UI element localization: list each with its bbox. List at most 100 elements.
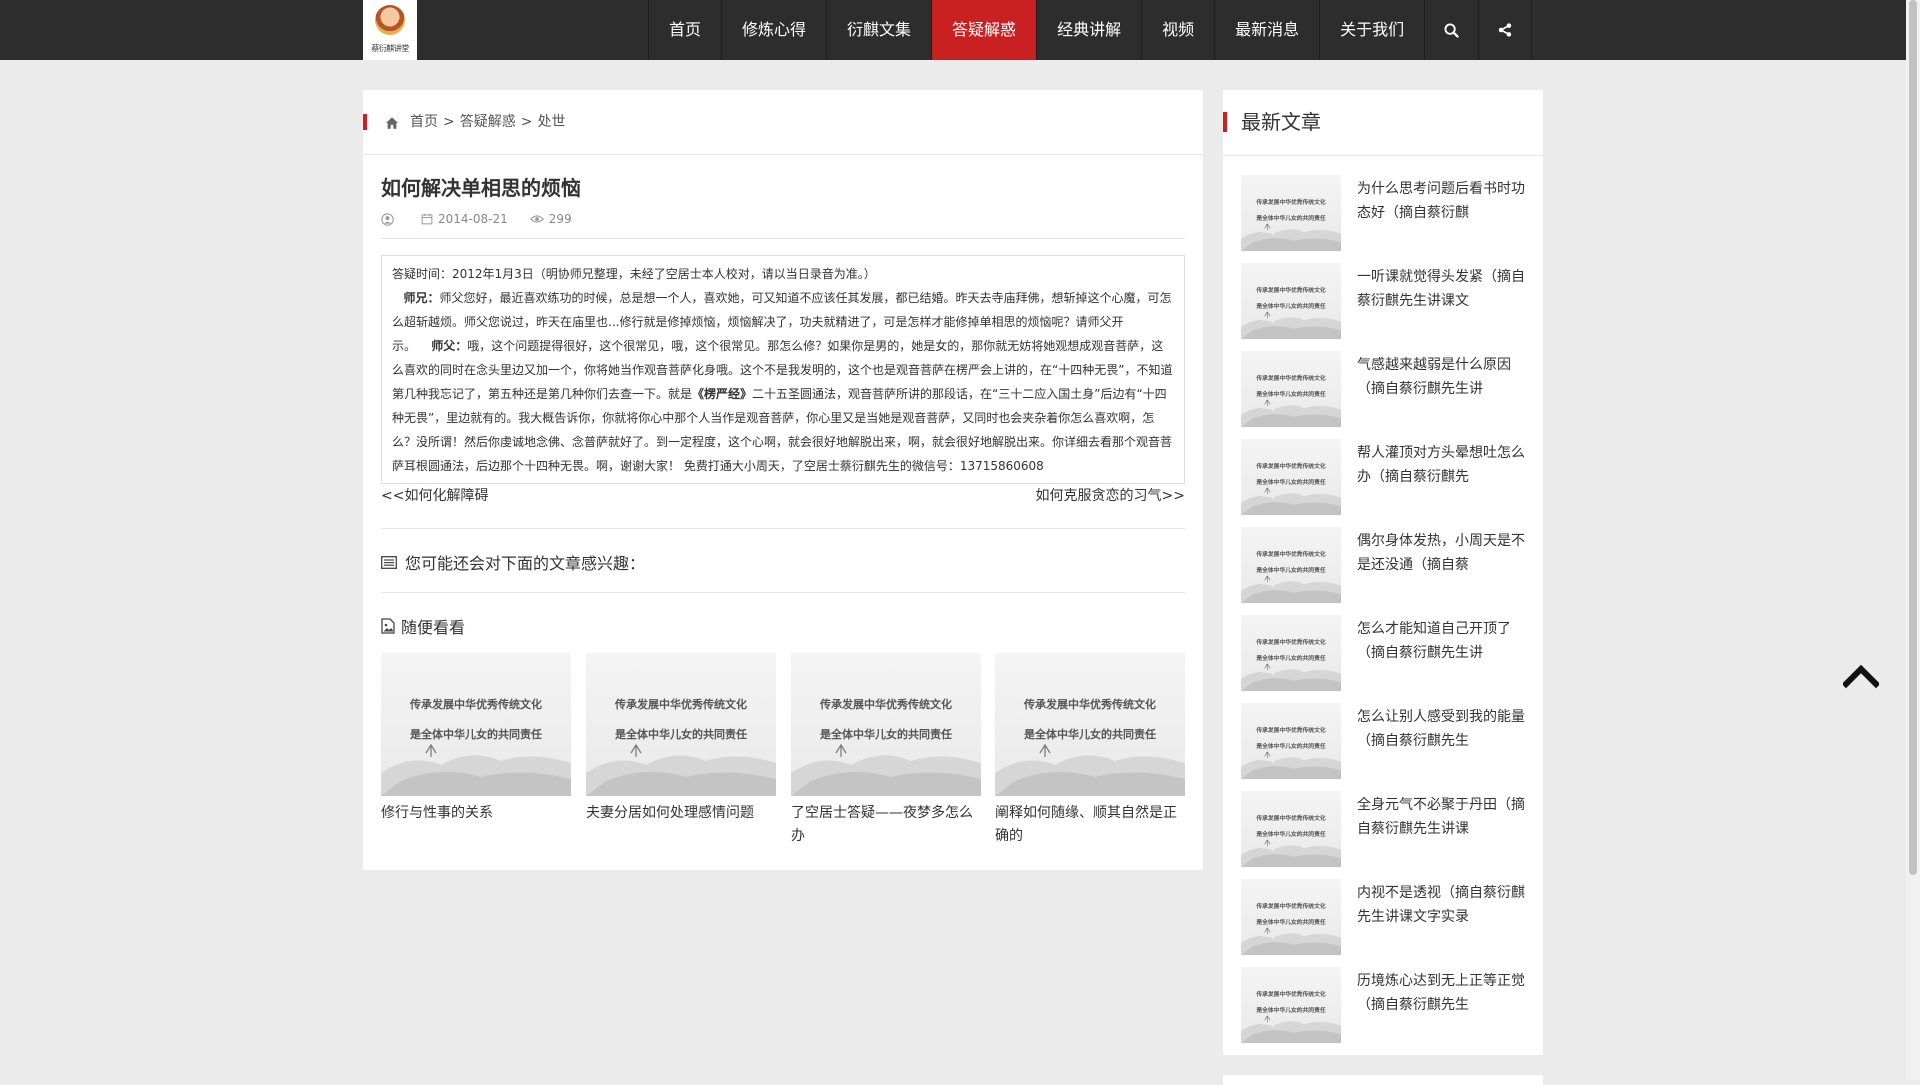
svg-text:传承发展中华优秀传统文化: 传承发展中华优秀传统文化 [614, 697, 747, 711]
article-views: 299 [548, 212, 572, 226]
breadcrumb-separator: > [443, 114, 455, 130]
sidebar-article-title[interactable]: 历境炼心达到无上正等正觉（摘自蔡衍麒先生 [1357, 969, 1531, 1017]
thumbnail-artwork: 传承发展中华优秀传统文化是全体中华儿女的共同责任 [791, 697, 981, 796]
next-article-link[interactable]: 如何克服贪恋的习气>> [1036, 485, 1185, 505]
breadcrumb-subcategory-link[interactable]: 处世 [537, 90, 565, 155]
chevron-up-icon [1841, 664, 1881, 689]
list-icon [381, 555, 397, 569]
prev-article-link[interactable]: <<如何化解障碍 [381, 485, 488, 505]
breadcrumb-category-link[interactable]: 答疑解惑 [460, 90, 516, 155]
top-nav-bar: 蔡衍麒讲堂 首页 修炼心得 衍麒文集 答疑解惑 经典讲解 视频 最新消息 关于我… [0, 0, 1906, 60]
thumbnail-artwork: 传承发展中华优秀传统文化是全体中华儿女的共同责任 [1241, 990, 1341, 1043]
svg-text:是全体中华儿女的共同责任: 是全体中华儿女的共同责任 [1023, 727, 1156, 741]
random-articles-grid: 传承发展中华优秀传统文化 是全体中华儿女的共同责任 修行与性事的关系 传承发展中华… [381, 653, 1185, 863]
nav-item-classics[interactable]: 经典讲解 [1036, 0, 1141, 60]
scrollbar-thumb[interactable] [1909, 0, 1917, 875]
random-article-title[interactable]: 阐释如何随缘、顺其自然是正确的 [995, 802, 1185, 848]
sidebar-article-title[interactable]: 全身元气不必聚于丹田（摘自蔡衍麒先生讲课 [1357, 793, 1531, 841]
article-thumbnail: 传承发展中华优秀传统文化 是全体中华儿女的共同责任 [381, 653, 571, 796]
svg-text:传承发展中华优秀传统文化: 传承发展中华优秀传统文化 [1023, 697, 1156, 711]
article-thumbnail: 传承发展中华优秀传统文化 是全体中华儿女的共同责任 [1241, 967, 1341, 1043]
article-qa-text: 师兄：师父您好，最近喜欢练功的时候，总是想一个人，喜欢她，可又知道不应该任其发展… [392, 286, 1174, 478]
search-button[interactable] [1424, 0, 1478, 60]
random-article-card[interactable]: 传承发展中华优秀传统文化 是全体中华儿女的共同责任 修行与性事的关系 [381, 653, 571, 825]
thumbnail-artwork: 传承发展中华优秀传统文化是全体中华儿女的共同责任 [1241, 462, 1341, 515]
thumbnail-artwork: 传承发展中华优秀传统文化是全体中华儿女的共同责任 [586, 697, 776, 796]
sidebar-article-title[interactable]: 气感越来越弱是什么原因（摘自蔡衍麒先生讲 [1357, 353, 1531, 401]
random-article-title[interactable]: 夫妻分居如何处理感情问题 [586, 802, 776, 825]
sidebar-article-title[interactable]: 怎么让别人感受到我的能量（摘自蔡衍麒先生 [1357, 705, 1531, 753]
sidebar-article-title[interactable]: 为什么思考问题后看书时功态好（摘自蔡衍麒 [1357, 177, 1531, 225]
sidebar-article-title[interactable]: 一听课就觉得头发紧（摘自蔡衍麒先生讲课文 [1357, 265, 1531, 313]
sidebar-article-item[interactable]: 传承发展中华优秀传统文化 是全体中华儿女的共同责任 全身元气不必聚于丹田（摘自蔡衍… [1241, 791, 1531, 867]
nav-item-qa[interactable]: 答疑解惑 [931, 0, 1037, 60]
sidebar-article-item[interactable]: 传承发展中华优秀传统文化 是全体中华儿女的共同责任 历境炼心达到无上正等正觉（摘自… [1241, 967, 1531, 1043]
random-article-card[interactable]: 传承发展中华优秀传统文化 是全体中华儿女的共同责任 阐释如何随缘、顺其自然是正确的 [995, 653, 1185, 848]
svg-text:传承发展中华优秀传统文化: 传承发展中华优秀传统文化 [1255, 462, 1325, 470]
svg-text:是全体中华儿女的共同责任: 是全体中华儿女的共同责任 [1255, 830, 1325, 838]
author-icon [381, 212, 394, 226]
random-heading-text: 随便看看 [401, 618, 466, 637]
sidebar-article-item[interactable]: 传承发展中华优秀传统文化 是全体中华儿女的共同责任 怎么才能知道自己开顶了（摘自蔡… [1241, 615, 1531, 691]
main-content: 首页 > 答疑解惑 > 处世 如何解决单相思的烦恼 2014-08-21 299… [363, 90, 1203, 870]
article-thumbnail: 传承发展中华优秀传统文化 是全体中华儿女的共同责任 [586, 653, 776, 796]
logo-text: 蔡衍麒讲堂 [371, 44, 409, 53]
sidebar-article-item[interactable]: 传承发展中华优秀传统文化 是全体中华儿女的共同责任 气感越来越弱是什么原因（摘自蔡… [1241, 351, 1531, 427]
page-scrollbar[interactable] [1906, 0, 1920, 1080]
nav-item-video[interactable]: 视频 [1141, 0, 1214, 60]
article-meta: 2014-08-21 299 [381, 212, 594, 226]
speaker-label: 师兄： [403, 291, 440, 305]
sidebar-title: 最新文章 [1241, 110, 1321, 134]
calendar-icon [421, 213, 433, 225]
random-article-card[interactable]: 传承发展中华优秀传统文化 是全体中华儿女的共同责任 了空居士答疑——夜梦多怎么办 [791, 653, 981, 848]
nav-item-home[interactable]: 首页 [648, 0, 721, 60]
sidebar-article-item[interactable]: 传承发展中华优秀传统文化 是全体中华儿女的共同责任 偶尔身体发热，小周天是不是还没… [1241, 527, 1531, 603]
related-heading: 您可能还会对下面的文章感兴趣： [381, 550, 645, 574]
prev-next-nav: <<如何化解障碍 如何克服贪恋的习气>> [381, 485, 1185, 509]
sidebar-article-item[interactable]: 传承发展中华优秀传统文化 是全体中华儿女的共同责任 内视不是透视（摘自蔡衍麒先生讲… [1241, 879, 1531, 955]
svg-text:传承发展中华优秀传统文化: 传承发展中华优秀传统文化 [1255, 286, 1325, 294]
sidebar-article-item[interactable]: 传承发展中华优秀传统文化 是全体中华儿女的共同责任 一听课就觉得头发紧（摘自蔡衍麒… [1241, 263, 1531, 339]
svg-text:传承发展中华优秀传统文化: 传承发展中华优秀传统文化 [1255, 638, 1325, 646]
thumbnail-artwork: 传承发展中华优秀传统文化是全体中华儿女的共同责任 [1241, 814, 1341, 867]
sidebar-article-title[interactable]: 内视不是透视（摘自蔡衍麒先生讲课文字实录 [1357, 881, 1531, 929]
logo-portrait [375, 5, 405, 35]
sidebar-article-item[interactable]: 传承发展中华优秀传统文化 是全体中华儿女的共同责任 为什么思考问题后看书时功态好（… [1241, 175, 1531, 251]
nav-item-news[interactable]: 最新消息 [1214, 0, 1319, 60]
svg-text:是全体中华儿女的共同责任: 是全体中华儿女的共同责任 [1255, 742, 1325, 750]
svg-text:是全体中华儿女的共同责任: 是全体中华儿女的共同责任 [1255, 566, 1325, 574]
article-thumbnail: 传承发展中华优秀传统文化 是全体中华儿女的共同责任 [1241, 527, 1341, 603]
svg-text:是全体中华儿女的共同责任: 是全体中华儿女的共同责任 [1255, 214, 1325, 222]
article-body: 答疑时间：2012年1月3日（明协师兄整理，未经了空居士本人校对，请以当日录音为… [381, 255, 1185, 484]
sidebar-article-item[interactable]: 传承发展中华优秀传统文化 是全体中华儿女的共同责任 怎么让别人感受到我的能量（摘自… [1241, 703, 1531, 779]
nav-item-about[interactable]: 关于我们 [1319, 0, 1424, 60]
svg-text:传承发展中华优秀传统文化: 传承发展中华优秀传统文化 [1255, 726, 1325, 734]
article-thumbnail: 传承发展中华优秀传统文化 是全体中华儿女的共同责任 [1241, 263, 1341, 339]
share-button[interactable] [1478, 0, 1533, 60]
site-logo[interactable]: 蔡衍麒讲堂 [363, 0, 417, 60]
back-to-top-button[interactable] [1841, 660, 1881, 690]
random-article-card[interactable]: 传承发展中华优秀传统文化 是全体中华儿女的共同责任 夫妻分居如何处理感情问题 [586, 653, 776, 825]
sutra-name: 《楞严经》 [692, 387, 753, 401]
svg-text:传承发展中华优秀传统文化: 传承发展中华优秀传统文化 [1255, 814, 1325, 822]
eye-icon [529, 215, 544, 223]
svg-text:是全体中华儿女的共同责任: 是全体中华儿女的共同责任 [1255, 390, 1325, 398]
sidebar-next-widget [1223, 1075, 1543, 1085]
thumbnail-artwork: 传承发展中华优秀传统文化是全体中华儿女的共同责任 [995, 697, 1185, 796]
divider [381, 592, 1185, 593]
nav-item-practice-notes[interactable]: 修炼心得 [721, 0, 826, 60]
sidebar-article-title[interactable]: 帮人灌顶对方头晕想吐怎么办（摘自蔡衍麒先 [1357, 441, 1531, 489]
nav-item-collected-works[interactable]: 衍麒文集 [826, 0, 931, 60]
random-article-title[interactable]: 修行与性事的关系 [381, 802, 571, 825]
thumbnail-artwork: 传承发展中华优秀传统文化是全体中华儿女的共同责任 [1241, 198, 1341, 251]
sidebar-article-title[interactable]: 怎么才能知道自己开顶了（摘自蔡衍麒先生讲 [1357, 617, 1531, 665]
svg-text:传承发展中华优秀传统文化: 传承发展中华优秀传统文化 [1255, 198, 1325, 206]
sidebar-article-item[interactable]: 传承发展中华优秀传统文化 是全体中华儿女的共同责任 帮人灌顶对方头晕想吐怎么办（摘… [1241, 439, 1531, 515]
breadcrumb-home-link[interactable]: 首页 [410, 90, 438, 155]
article-thumbnail: 传承发展中华优秀传统文化 是全体中华儿女的共同责任 [1241, 351, 1341, 427]
home-icon [385, 116, 399, 129]
breadcrumb-separator: > [520, 114, 533, 130]
related-heading-text: 您可能还会对下面的文章感兴趣： [405, 554, 646, 573]
random-article-title[interactable]: 了空居士答疑——夜梦多怎么办 [791, 802, 981, 848]
sidebar-article-title[interactable]: 偶尔身体发热，小周天是不是还没通（摘自蔡 [1357, 529, 1531, 577]
